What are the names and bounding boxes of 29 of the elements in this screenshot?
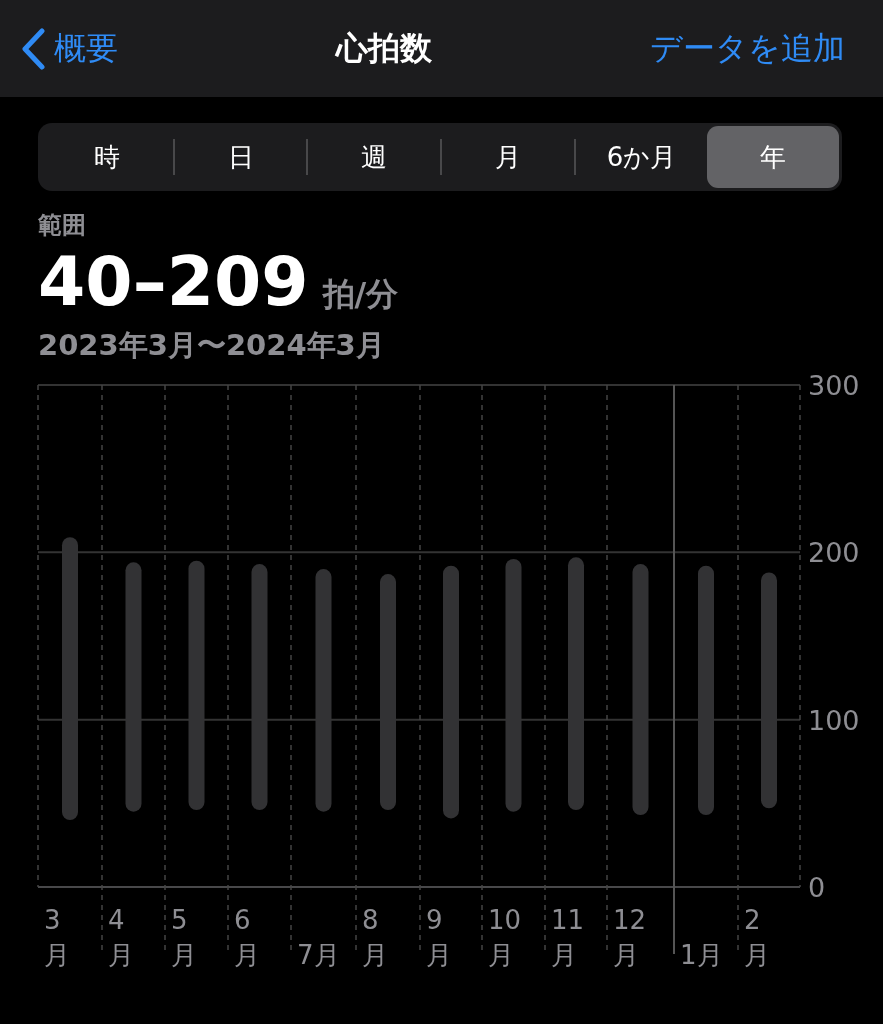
segment-tab[interactable]: 年 <box>707 126 840 188</box>
y-axis-label: 0 <box>808 871 826 903</box>
month-label: 1月 <box>680 939 723 970</box>
month-label: 9月 <box>426 904 452 970</box>
unit-label: 拍/分 <box>322 274 399 315</box>
date-range: 2023年3月〜2024年3月 <box>38 326 386 364</box>
segment-tab[interactable]: 時 <box>41 126 173 188</box>
segment-tab[interactable]: 週 <box>306 139 440 175</box>
back-button[interactable]: 概要 <box>20 26 118 71</box>
month-label: 3月 <box>44 904 70 970</box>
y-axis-label: 300 <box>808 373 860 401</box>
y-axis-label: 200 <box>808 537 860 569</box>
range-label: 範囲 <box>38 210 87 241</box>
month-label: 4月 <box>108 904 134 970</box>
y-axis-label: 100 <box>808 704 860 736</box>
month-label: 10月 <box>488 904 522 970</box>
month-label: 2月 <box>744 904 770 970</box>
range-value: 40–209 <box>38 245 309 320</box>
month-label: 5月 <box>171 904 197 970</box>
segment-tab[interactable]: 日 <box>172 139 307 175</box>
month-label: 6月 <box>234 904 260 970</box>
month-label: 8月 <box>362 904 388 970</box>
month-label: 7月 <box>297 939 340 970</box>
month-label: 11月 <box>551 904 585 970</box>
chevron-left-icon <box>20 27 46 70</box>
add-data-button[interactable]: データを追加 <box>650 26 845 71</box>
segment-tab[interactable]: 月 <box>440 139 574 175</box>
month-label: 12月 <box>613 904 647 970</box>
page-title: 心拍数 <box>336 27 432 69</box>
